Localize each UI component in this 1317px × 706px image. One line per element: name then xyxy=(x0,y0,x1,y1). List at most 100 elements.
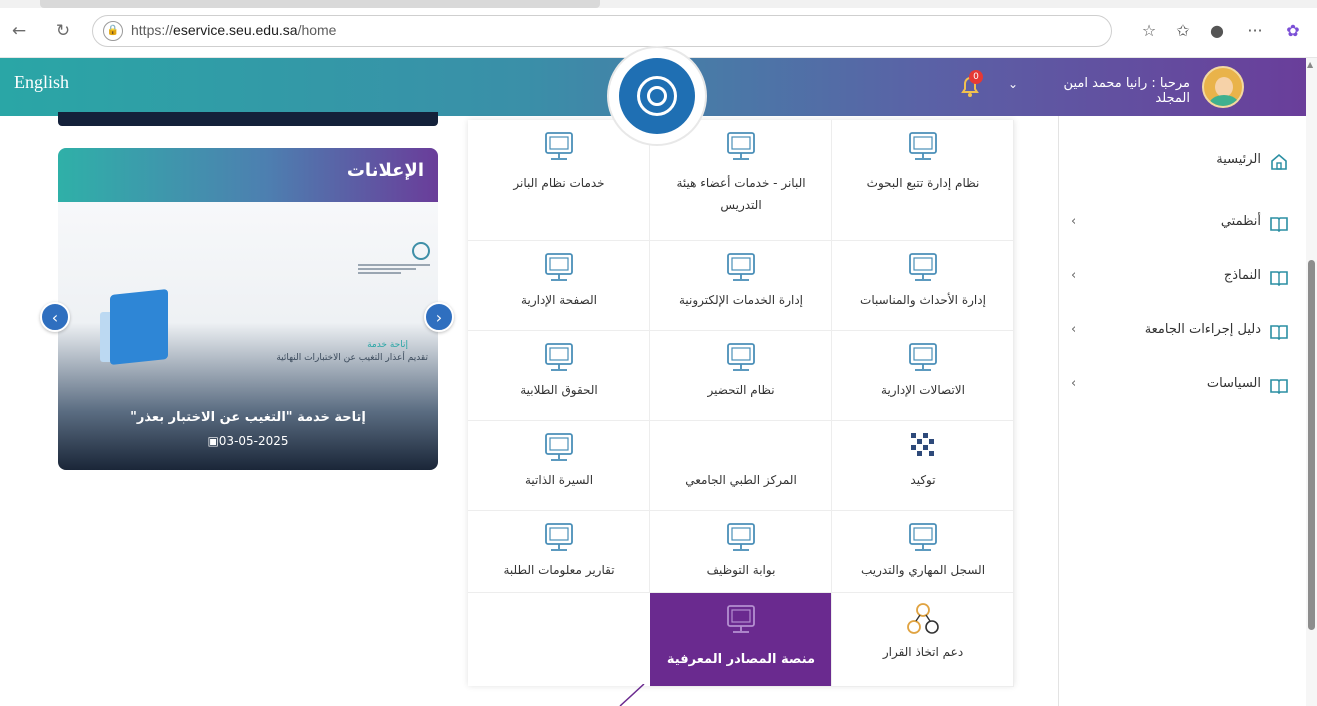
announcements-title: الإعلانات xyxy=(346,160,424,181)
service-tile-15[interactable]: دعم اتخاذ القرار xyxy=(832,593,1014,687)
student-rights-icon xyxy=(545,343,573,371)
service-tile-label: الاتصالات الإدارية xyxy=(881,383,965,397)
chevron-left-icon[interactable]: ‹ xyxy=(1071,322,1076,337)
slider-prev-button[interactable]: ‹ xyxy=(40,302,70,332)
sidebar-item-0[interactable]: الرئيسية xyxy=(1059,150,1307,176)
profile-icon[interactable]: ● xyxy=(1205,19,1229,43)
address-bar[interactable]: 🔒 https://eservice.seu.edu.sa/home xyxy=(92,15,1112,47)
sidebar-item-4[interactable]: السياسات ‹ xyxy=(1059,374,1307,400)
service-tile-0[interactable]: نظام إدارة تتبع البحوث xyxy=(832,120,1014,241)
services-grid: نظام إدارة تتبع البحوث البانر - خدمات أعض… xyxy=(468,120,1014,687)
sidebar-item-1[interactable]: أنظمتي ‹ xyxy=(1059,212,1307,238)
book-icon xyxy=(1270,271,1288,287)
student-reports-icon xyxy=(545,523,573,551)
service-tile-label: السجل المهاري والتدريب xyxy=(860,563,986,577)
annotation-pointer-line xyxy=(619,684,645,706)
service-tile-label: البانر - خدمات أعضاء هيئة التدريس xyxy=(676,176,806,212)
scroll-up-icon[interactable]: ▲ xyxy=(1307,60,1313,69)
employment-portal-icon xyxy=(727,523,755,551)
sidebar-item-label: النماذج xyxy=(1223,268,1261,283)
service-tile-5[interactable]: الصفحة الإدارية xyxy=(468,241,650,331)
service-tile-7[interactable]: نظام التحضير xyxy=(650,331,832,421)
sidebar: الرئيسية أنظمتي ‹ النماذج ‹ دليل إجراءات الجا… xyxy=(1058,116,1306,706)
skills-record-icon xyxy=(909,523,937,551)
service-tile-label: خدمات نظام البانر xyxy=(513,176,605,190)
scrollbar-thumb[interactable] xyxy=(1308,260,1315,630)
service-tile-label: نظام التحضير xyxy=(707,383,775,397)
service-tile-label: إدارة الأحداث والمناسبات xyxy=(860,293,986,307)
chevron-left-icon[interactable]: ‹ xyxy=(1071,268,1076,283)
favorite-star-icon[interactable]: ☆ xyxy=(1137,19,1161,43)
service-tile-8[interactable]: الحقوق الطلابية xyxy=(468,331,650,421)
notification-count-badge: 0 xyxy=(969,70,983,84)
service-tile-4[interactable]: إدارة الخدمات الإلكترونية xyxy=(650,241,832,331)
notifications-button[interactable]: 0 xyxy=(955,70,985,102)
admin-page-icon xyxy=(545,253,573,281)
attendance-icon xyxy=(727,343,755,371)
devices-illustration xyxy=(100,282,176,374)
refresh-icon[interactable]: ↻ xyxy=(52,20,74,42)
avatar-body xyxy=(1209,95,1239,106)
avatar-face xyxy=(1215,77,1233,97)
book-icon xyxy=(1270,325,1288,341)
service-tile-label: تقارير معلومات الطلبة xyxy=(503,563,615,577)
announcements-header: الإعلانات xyxy=(58,148,438,202)
announcement-date: ▣03-05-2025 xyxy=(78,434,418,448)
sidebar-item-2[interactable]: النماذج ‹ xyxy=(1059,266,1307,292)
cv-icon xyxy=(545,433,573,461)
research-tracking-icon xyxy=(909,132,937,160)
service-tile-10[interactable]: المركز الطبي الجامعي xyxy=(650,421,832,511)
back-icon[interactable]: ← xyxy=(8,20,30,42)
admin-communications-icon xyxy=(909,343,937,371)
avatar[interactable] xyxy=(1202,66,1244,108)
service-tile-3[interactable]: إدارة الأحداث والمناسبات xyxy=(832,241,1014,331)
service-tile-6[interactable]: الاتصالات الإدارية xyxy=(832,331,1014,421)
tab-strip xyxy=(0,0,1317,8)
service-tile-label: دعم اتخاذ القرار xyxy=(882,645,964,659)
logo-emblem xyxy=(619,58,695,134)
university-logo[interactable] xyxy=(609,48,705,144)
calendar-icon: ▣ xyxy=(207,434,219,448)
service-tile-16[interactable]: منصة المصادر المعرفية xyxy=(650,593,832,687)
chevron-down-icon[interactable]: ⌄ xyxy=(1008,77,1018,91)
book-icon xyxy=(1270,379,1288,395)
logo-wordmark xyxy=(358,264,430,274)
service-tile-13[interactable]: بوابة التوظيف xyxy=(650,511,832,593)
copilot-icon[interactable]: ✿ xyxy=(1281,19,1305,43)
language-switch-link[interactable]: English xyxy=(14,72,69,93)
knowledge-platform-icon xyxy=(727,605,755,633)
sidebar-item-label: دليل إجراءات الجامعة xyxy=(1144,322,1261,337)
medical-center-icon xyxy=(731,433,745,461)
more-options-icon[interactable]: ··· xyxy=(1243,19,1267,43)
browser-tab[interactable] xyxy=(40,0,600,8)
chevron-left-icon[interactable]: ‹ xyxy=(1071,214,1076,229)
favorites-list-icon[interactable]: ✩ xyxy=(1171,19,1195,43)
service-tile-label: توكيد xyxy=(910,473,936,487)
service-tile-label: السيرة الذاتية xyxy=(524,473,594,487)
service-tile-label: بوابة التوظيف xyxy=(706,563,776,577)
user-greeting[interactable]: مرحبا : رانيا محمد امين المجلد xyxy=(1030,76,1190,106)
service-tile-9[interactable]: توكيد xyxy=(832,421,1014,511)
logo-ring-inner xyxy=(647,86,667,106)
events-icon xyxy=(909,253,937,281)
sidebar-item-label: الرئيسية xyxy=(1216,152,1261,167)
service-tile-2[interactable]: خدمات نظام البانر xyxy=(468,120,650,241)
book-icon xyxy=(1270,217,1288,233)
lock-icon[interactable]: 🔒 xyxy=(103,21,123,41)
announcement-caption[interactable]: إتاحة خدمة "التغيب عن الاختبار بعذر" xyxy=(78,410,418,425)
announcement-slide[interactable]: إتاحة خدمة تقديم أعذار التغيب عن الاختبا… xyxy=(58,202,438,470)
faculty-services-icon xyxy=(727,132,755,160)
slide-small-text: تقديم أعذار التغيب عن الاختبارات النهائي… xyxy=(276,353,428,363)
decision-support-icon xyxy=(907,603,939,634)
service-tile-14[interactable]: تقارير معلومات الطلبة xyxy=(468,511,650,593)
url-text[interactable]: https://eservice.seu.edu.sa/home xyxy=(131,22,336,38)
sidebar-item-3[interactable]: دليل إجراءات الجامعة ‹ xyxy=(1059,320,1307,346)
service-tile-12[interactable]: السجل المهاري والتدريب xyxy=(832,511,1014,593)
sidebar-item-label: السياسات xyxy=(1206,376,1261,391)
service-tile-label: منصة المصادر المعرفية xyxy=(666,652,816,667)
chevron-left-icon[interactable]: ‹ xyxy=(1071,376,1076,391)
slider-next-button[interactable]: › xyxy=(424,302,454,332)
service-tile-11[interactable]: السيرة الذاتية xyxy=(468,421,650,511)
service-tile-label: إدارة الخدمات الإلكترونية xyxy=(678,293,804,307)
eservices-admin-icon xyxy=(727,253,755,281)
